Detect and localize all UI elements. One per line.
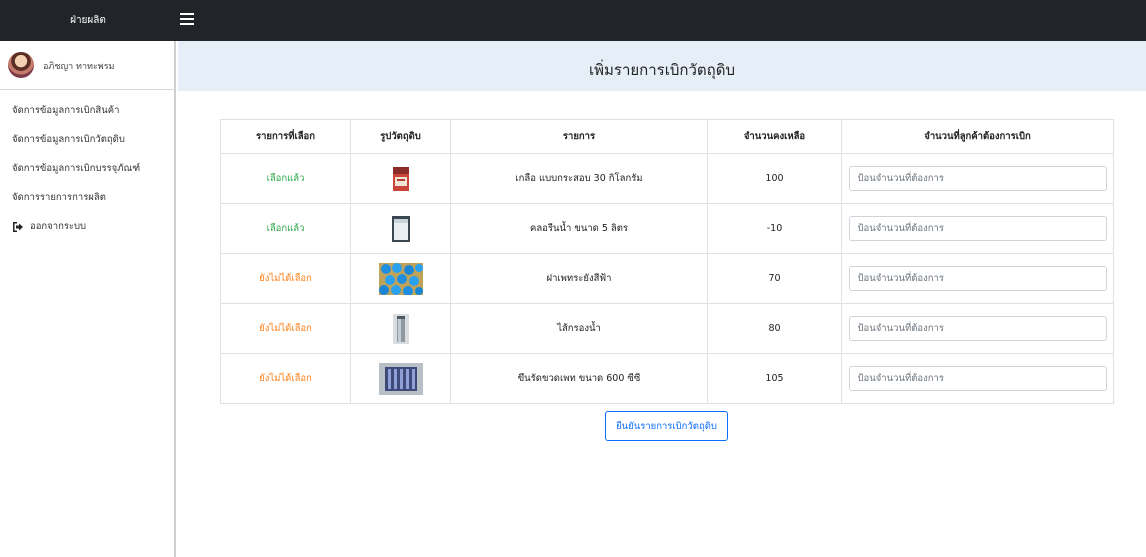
quantity-input[interactable] <box>848 366 1107 391</box>
status-cell[interactable]: ยังไม่ได้เลือก <box>220 353 351 404</box>
avatar <box>8 52 34 78</box>
confirm-withdrawal-button[interactable]: ยืนยันรายการเบิกวัตถุดิบ <box>605 411 728 441</box>
remaining-quantity: 105 <box>707 353 842 404</box>
table-row: ยังไม่ได้เลือก ขึนรัดขวดเพท ขนาด 600 ซีซ… <box>220 353 1114 404</box>
sidebar-item-label: จัดการข้อมูลการเบิกสินค้า <box>12 105 120 116</box>
quantity-input[interactable] <box>848 166 1107 191</box>
quantity-input-cell <box>841 353 1114 404</box>
blue-caps-image <box>378 262 423 295</box>
sidebar: ฝ่ายผลิต อภิชญา ทาทะพรม จัดการข้อมูลการเ… <box>0 0 176 557</box>
sidebar-item-product-withdrawal[interactable]: จัดการข้อมูลการเบิกสินค้า <box>0 96 176 125</box>
app: ฝ่ายผลิต อภิชญา ทาทะพรม จัดการข้อมูลการเ… <box>0 0 1146 557</box>
page-title: เพิ่มรายการเบิกวัตถุดิบ <box>589 61 735 79</box>
withdrawal-table: รายการที่เลือก รูปวัตถุดิบ รายการ จำนวนค… <box>220 119 1114 404</box>
logout-icon <box>12 221 24 233</box>
status-cell[interactable]: เลือกแล้ว <box>220 203 351 254</box>
item-name: คลอรีนน้ำ ขนาด 5 ลิตร <box>450 203 708 254</box>
chlorine-bucket-image <box>391 215 410 242</box>
sidebar-item-label: ออกจากระบบ <box>30 221 87 232</box>
sidebar-item-label: จัดการข้อมูลการเบิกบรรจุภัณฑ์ <box>12 163 141 174</box>
topbar <box>176 0 1146 41</box>
image-cell <box>350 153 451 204</box>
sidebar-brand: ฝ่ายผลิต <box>0 0 176 41</box>
quantity-input[interactable] <box>848 316 1107 341</box>
item-name: ฝาเพทระยังสีฟ้า <box>450 253 708 304</box>
column-header-requested: จำนวนที่ลูกค้าต้องการเบิก <box>841 119 1114 154</box>
item-name: เกลือ แบบกระสอบ 30 กิโลกรัม <box>450 153 708 204</box>
hamburger-menu-icon[interactable] <box>180 13 194 27</box>
table-row: เลือกแล้ว คลอรีนน้ำ ขนาด 5 ลิตร -10 <box>220 203 1114 254</box>
column-header-selected: รายการที่เลือก <box>220 119 351 154</box>
quantity-input-cell <box>841 253 1114 304</box>
item-name: ขึนรัดขวดเพท ขนาด 600 ซีซี <box>450 353 708 404</box>
sidebar-item-label: จัดการข้อมูลการเบิกวัตถุดิบ <box>12 134 125 145</box>
user-panel: อภิชญา ทาทะพรม <box>0 41 176 90</box>
remaining-quantity: 70 <box>707 253 842 304</box>
image-cell <box>350 353 451 404</box>
sidebar-nav: จัดการข้อมูลการเบิกสินค้า จัดการข้อมูลกา… <box>0 96 176 241</box>
content-header: เพิ่มรายการเบิกวัตถุดิบ <box>178 41 1146 91</box>
table-header-row: รายการที่เลือก รูปวัตถุดิบ รายการ จำนวนค… <box>220 119 1114 154</box>
sidebar-item-logout[interactable]: ออกจากระบบ <box>0 212 176 241</box>
quantity-input[interactable] <box>848 266 1107 291</box>
remaining-quantity: -10 <box>707 203 842 254</box>
remaining-quantity: 80 <box>707 303 842 354</box>
quantity-input-cell <box>841 203 1114 254</box>
column-header-image: รูปวัตถุดิบ <box>350 119 451 154</box>
image-cell <box>350 303 451 354</box>
quantity-input[interactable] <box>848 216 1107 241</box>
item-name: ไส้กรองน้ำ <box>450 303 708 354</box>
quantity-input-cell <box>841 303 1114 354</box>
status-cell[interactable]: ยังไม่ได้เลือก <box>220 253 351 304</box>
sidebar-item-packaging-withdrawal[interactable]: จัดการข้อมูลการเบิกบรรจุภัณฑ์ <box>0 154 176 183</box>
column-header-remaining: จำนวนคงเหลือ <box>707 119 842 154</box>
table-row: ยังไม่ได้เลือก ไส้กรองน้ำ 80 <box>220 303 1114 354</box>
table-row: ยังไม่ได้เลือก ฝาเพทระยังสีฟ้า 70 ป้อนจำ… <box>220 253 1114 304</box>
sidebar-item-label: จัดการรายการการผลิต <box>12 192 106 203</box>
sidebar-item-raw-material-withdrawal[interactable]: จัดการข้อมูลการเบิกวัตถุดิบ <box>0 125 176 154</box>
remaining-quantity: 100 <box>707 153 842 204</box>
water-filter-image <box>392 313 409 344</box>
table-row: เลือกแล้ว เกลือ แบบกระสอบ 30 กิโลกรัม 10… <box>220 153 1114 204</box>
image-cell <box>350 253 451 304</box>
pet-bottles-image <box>378 362 423 395</box>
status-cell[interactable]: ยังไม่ได้เลือก <box>220 303 351 354</box>
salt-bag-image <box>392 166 409 191</box>
image-cell <box>350 203 451 254</box>
status-cell[interactable]: เลือกแล้ว <box>220 153 351 204</box>
quantity-input-cell <box>841 153 1114 204</box>
user-name: อภิชญา ทาทะพรม <box>43 62 115 72</box>
column-header-item: รายการ <box>450 119 708 154</box>
sidebar-item-production-list[interactable]: จัดการรายการการผลิต <box>0 183 176 212</box>
